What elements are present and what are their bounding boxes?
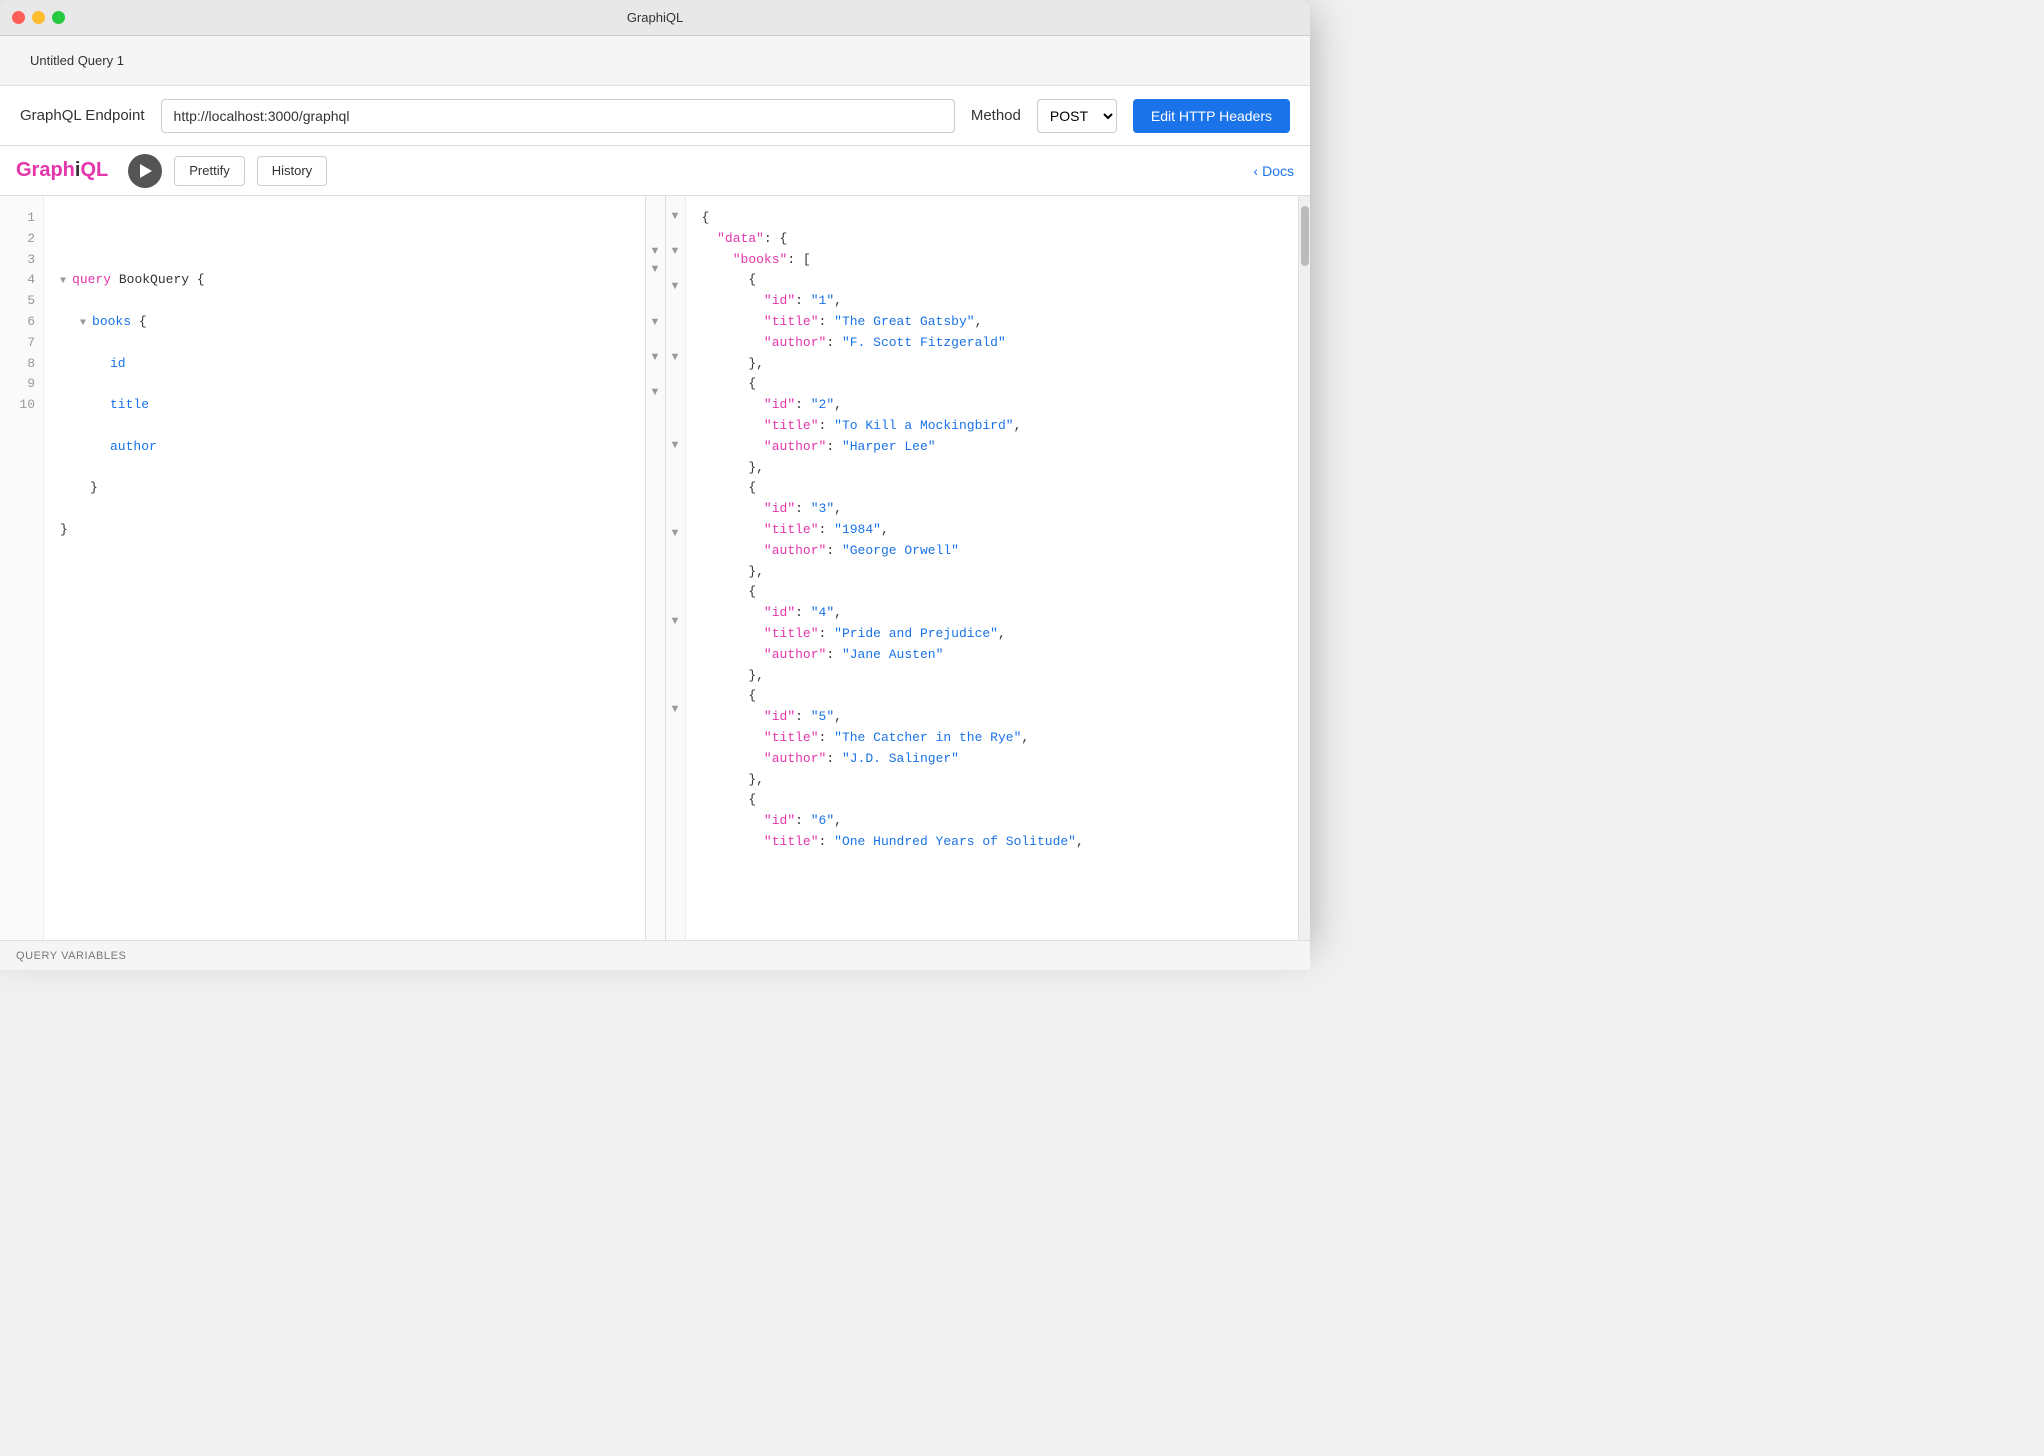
minimize-button[interactable]: [32, 11, 45, 24]
edit-headers-button[interactable]: Edit HTTP Headers: [1133, 99, 1290, 133]
title-bar: GraphiQL: [0, 0, 1310, 36]
fold-gutter: ▼ ▼ ▼ ▼ ▼: [646, 196, 666, 940]
line-numbers: 1 2 3 4 5 6 7 8 9 10: [0, 196, 44, 940]
method-select[interactable]: POST GET: [1037, 99, 1117, 133]
graphiql-toolbar: GraphiQL Prettify History ‹ Docs: [0, 146, 1310, 196]
code-line-8: }: [60, 478, 629, 499]
endpoint-input[interactable]: [161, 99, 955, 133]
chevron-left-icon: ‹: [1253, 163, 1258, 179]
window-title: GraphiQL: [627, 10, 683, 25]
code-line-3: ▼ query BookQuery {: [60, 270, 629, 291]
response-fold-gutter: ▼ ▼ ▼ ▼ ▼ ▼ ▼ ▼: [666, 196, 686, 940]
code-line-7: author: [60, 437, 629, 458]
prettify-button[interactable]: Prettify: [174, 156, 244, 186]
editor-container: 1 2 3 4 5 6 7 8 9 10 ▼ query BookQuery {…: [0, 196, 1310, 940]
maximize-button[interactable]: [52, 11, 65, 24]
bottom-bar: Query Variables: [0, 940, 1310, 970]
endpoint-bar: GraphQL Endpoint Method POST GET Edit HT…: [0, 86, 1310, 146]
response-code-area: { "data": { "books": [ { "id": "1", "tit…: [686, 196, 1299, 940]
tab-bar: Untitled Query 1: [0, 36, 1310, 86]
history-button[interactable]: History: [257, 156, 327, 186]
run-button[interactable]: [128, 154, 162, 188]
query-editor[interactable]: 1 2 3 4 5 6 7 8 9 10 ▼ query BookQuery {…: [0, 196, 646, 940]
scrollbar-thumb[interactable]: [1301, 206, 1309, 266]
scrollbar[interactable]: [1298, 196, 1310, 940]
code-line-6: title: [60, 395, 629, 416]
docs-button[interactable]: ‹ Docs: [1253, 163, 1294, 179]
query-variables-label: Query Variables: [16, 950, 126, 962]
graphiql-logo-i: i: [75, 159, 81, 181]
code-line-4: ▼ books {: [60, 312, 629, 333]
method-label: Method: [971, 107, 1021, 124]
response-content: ▼ ▼ ▼ ▼ ▼ ▼ ▼ ▼ { "data": { "books": [ {…: [666, 196, 1311, 940]
endpoint-label: GraphQL Endpoint: [20, 107, 145, 124]
traffic-lights: [12, 11, 65, 24]
close-button[interactable]: [12, 11, 25, 24]
docs-label: Docs: [1262, 163, 1294, 179]
code-line-9: }: [60, 520, 629, 541]
code-line-5: id: [60, 354, 629, 375]
response-panel: ▼ ▼ ▼ ▼ ▼ ▼ ▼ ▼ { "data": { "books": [ {…: [666, 196, 1311, 940]
query-code-area[interactable]: ▼ query BookQuery { ▼ books { id title a…: [44, 196, 645, 940]
query-tab[interactable]: Untitled Query 1: [16, 47, 138, 74]
play-icon: [140, 164, 152, 178]
graphiql-logo: GraphiQL: [16, 159, 108, 182]
